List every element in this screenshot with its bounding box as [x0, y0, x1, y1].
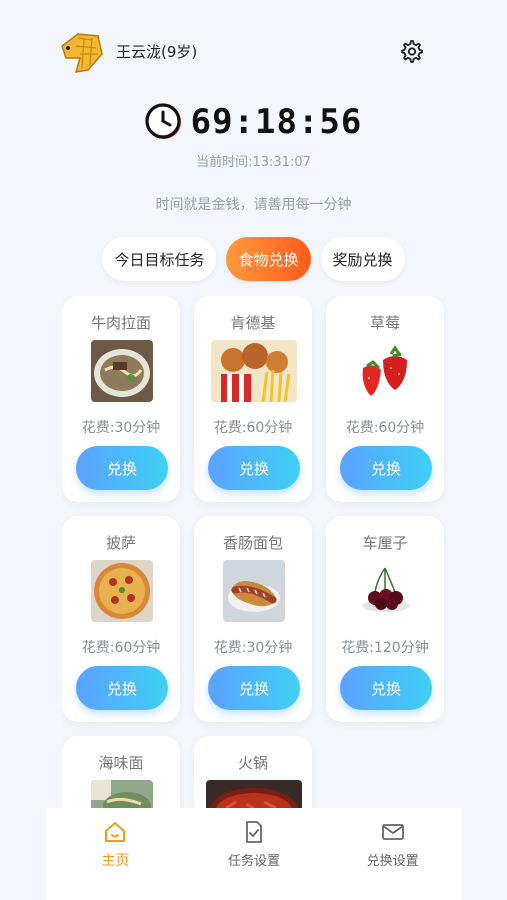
current-time: 当前时间:13:31:07 [196, 155, 311, 170]
timer-row: 69:18:56 [0, 102, 507, 142]
settings-button[interactable] [396, 36, 426, 66]
seafood-noodle-image [91, 780, 153, 808]
food-name: 火锅 [237, 754, 268, 772]
food-card: 车厘子 花费:120分钟 兑换 [326, 516, 444, 722]
exchange-button[interactable]: 兑换 [340, 666, 432, 710]
nav-home[interactable]: 主页 [46, 808, 185, 900]
food-cost: 花费:30分钟 [81, 420, 161, 436]
sausage-bread-image [223, 560, 285, 622]
food-card: 海味面 [62, 736, 180, 808]
avatar-icon [61, 33, 103, 73]
header: 王云泷(9岁) [58, 26, 437, 76]
food-card: 牛肉拉面 花费:30分钟 兑换 [62, 296, 180, 502]
exchange-button[interactable]: 兑换 [340, 446, 432, 490]
food-card: 火锅 [194, 736, 312, 808]
food-name: 披萨 [105, 534, 136, 552]
exchange-button[interactable]: 兑换 [76, 666, 168, 710]
bottom-nav: 主页 任务设置 兑换设置 [46, 808, 462, 900]
food-cost: 花费:60分钟 [81, 640, 161, 656]
food-cost: 花费:30分钟 [213, 640, 293, 656]
clock-icon [145, 103, 181, 139]
food-name: 草莓 [369, 314, 400, 332]
tab-reward-exchange[interactable]: 奖励兑换 [320, 237, 405, 281]
food-name: 海味面 [98, 754, 144, 772]
tab-food-exchange[interactable]: 食物兑换 [226, 237, 311, 281]
food-card: 披萨 花费:60分钟 兑换 [62, 516, 180, 722]
food-grid: 牛肉拉面 花费:30分钟 兑换 肯德基 花费:60分钟 兑换 草莓 花费:60分… [62, 296, 446, 808]
food-cost: 花费:60分钟 [345, 420, 425, 436]
motto-text: 时间就是金钱，请善用每一分钟 [155, 197, 352, 213]
exchange-button[interactable]: 兑换 [208, 666, 300, 710]
food-card: 香肠面包 花费:30分钟 兑换 [194, 516, 312, 722]
food-card: 肯德基 花费:60分钟 兑换 [194, 296, 312, 502]
exchange-button[interactable]: 兑换 [208, 446, 300, 490]
tab-bar: 今日目标任务 食物兑换 奖励兑换 [0, 237, 507, 281]
hotpot-image [206, 780, 302, 808]
nav-task-label: 任务设置 [228, 854, 281, 869]
food-name: 香肠面包 [222, 534, 283, 552]
food-cost: 花费:120分钟 [341, 640, 429, 656]
nav-exchange-settings[interactable]: 兑换设置 [323, 808, 462, 900]
avatar[interactable] [58, 28, 104, 74]
food-cost: 花费:60分钟 [213, 420, 293, 436]
food-name: 车厘子 [362, 534, 408, 552]
tab-daily-tasks[interactable]: 今日目标任务 [102, 237, 217, 281]
food-name: 牛肉拉面 [90, 314, 151, 332]
beef-noodle-image [91, 340, 153, 402]
home-icon [105, 822, 126, 842]
nav-exchange-label: 兑换设置 [366, 854, 419, 869]
food-name: 肯德基 [230, 314, 276, 332]
mail-icon [381, 824, 404, 840]
food-card: 草莓 花费:60分钟 兑换 [326, 296, 444, 502]
cherry-image [355, 560, 417, 622]
nav-task-settings[interactable]: 任务设置 [185, 808, 324, 900]
countdown-timer: 69:18:56 [190, 102, 363, 142]
strawberry-image [355, 340, 417, 402]
nav-home-label: 主页 [101, 853, 130, 869]
exchange-button[interactable]: 兑换 [76, 446, 168, 490]
gear-icon [401, 40, 423, 63]
pizza-image [91, 560, 153, 622]
kfc-image [211, 340, 297, 402]
task-icon [246, 821, 262, 843]
user-name: 王云泷(9岁) [116, 42, 198, 61]
